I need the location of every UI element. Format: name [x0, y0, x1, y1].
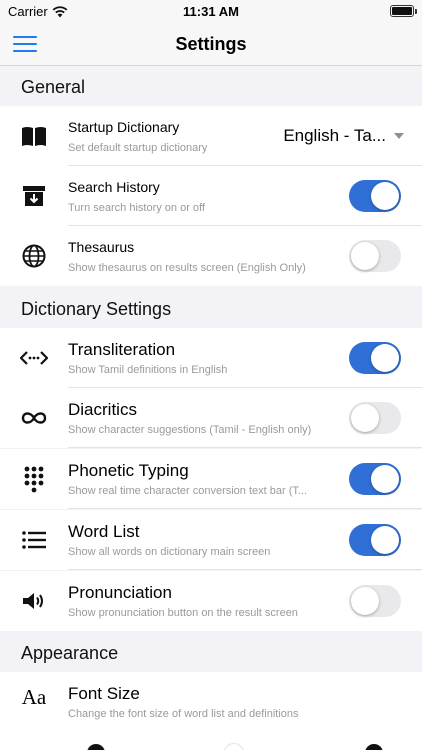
navigation-bar: Settings: [0, 22, 422, 66]
slider-stop-small[interactable]: [87, 744, 105, 750]
status-time: 11:31 AM: [183, 4, 239, 19]
slider-stop-large[interactable]: [365, 744, 383, 750]
row-description: Show all words on dictionary main screen: [68, 546, 271, 558]
row-search-history: Search History Turn search history on or…: [0, 166, 422, 226]
list-icon: [20, 527, 48, 553]
code-arrows-icon: [20, 345, 48, 371]
font-size-icon-text: Aa: [21, 684, 47, 709]
font-size-slider[interactable]: [0, 733, 422, 750]
row-label: Phonetic Typing: [68, 461, 189, 480]
phonetic-typing-toggle[interactable]: [349, 463, 401, 495]
row-diacritics: Diacritics Show character suggestions (T…: [0, 388, 422, 448]
row-label: Diacritics: [68, 400, 137, 419]
diacritics-toggle[interactable]: [349, 402, 401, 434]
search-history-toggle[interactable]: [349, 180, 401, 212]
row-description: Change the font size of word list and de…: [68, 708, 299, 720]
row-label: Startup Dictionary: [68, 119, 180, 135]
row-description: Set default startup dictionary: [68, 142, 208, 154]
thesaurus-toggle[interactable]: [349, 240, 401, 272]
startup-dictionary-select[interactable]: English - Ta...: [283, 126, 404, 146]
section-header-general: General: [21, 77, 86, 97]
row-description: Show character suggestions (Tamil - Engl…: [68, 424, 312, 436]
selected-value: English - Ta...: [283, 126, 386, 145]
row-pronunciation: Pronunciation Show pronunciation button …: [0, 571, 422, 631]
chevron-down-icon: [394, 133, 404, 139]
row-phonetic-typing: Phonetic Typing Show real time character…: [0, 449, 422, 509]
archive-download-icon: [20, 183, 48, 209]
row-transliteration: Transliteration Show Tamil definitions i…: [0, 328, 422, 388]
book-icon: [20, 123, 48, 149]
infinity-icon: [20, 405, 48, 431]
row-label: Pronunciation: [68, 583, 172, 602]
row-description: Show Tamil definitions in English: [68, 364, 228, 376]
speaker-icon: [20, 588, 48, 614]
row-description: Turn search history on or off: [68, 202, 205, 214]
slider-thumb[interactable]: [225, 744, 243, 750]
row-label: Font Size: [68, 684, 140, 703]
battery-icon: [390, 5, 417, 17]
keypad-icon: [20, 466, 48, 493]
pronunciation-toggle[interactable]: [349, 585, 401, 617]
page-title: Settings: [175, 34, 247, 54]
section-header-appearance: Appearance: [21, 643, 119, 663]
row-word-list: Word List Show all words on dictionary m…: [0, 510, 422, 570]
row-label: Thesaurus: [68, 239, 135, 255]
row-font-size: Aa Font Size Change the font size of wor…: [0, 672, 422, 733]
row-description: Show thesaurus on results screen (Englis…: [68, 262, 306, 274]
row-label: Search History: [68, 179, 160, 195]
row-description: Show real time character conversion text…: [68, 485, 308, 497]
row-startup-dictionary[interactable]: Startup Dictionary Set default startup d…: [0, 106, 422, 166]
transliteration-toggle[interactable]: [349, 342, 401, 374]
status-bar: Carrier 11:31 AM: [0, 0, 422, 22]
row-thesaurus: Thesaurus Show thesaurus on results scre…: [0, 226, 422, 286]
row-label: Word List: [68, 522, 140, 541]
globe-icon: [20, 243, 48, 269]
font-size-icon: Aa: [20, 684, 48, 710]
section-header-dictionary: Dictionary Settings: [21, 299, 172, 319]
row-description: Show pronunciation button on the result …: [68, 607, 298, 619]
row-label: Transliteration: [68, 340, 176, 359]
word-list-toggle[interactable]: [349, 524, 401, 556]
